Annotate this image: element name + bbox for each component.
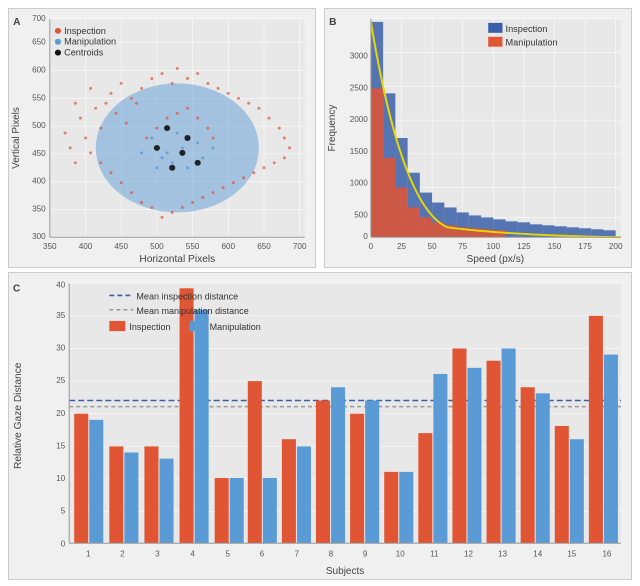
svg-text:150: 150	[548, 242, 562, 251]
bottom-row: 0 5 10 15 20 25 30 35 40 1 2 3 4 5 6 7 8…	[8, 272, 632, 580]
svg-text:10: 10	[396, 549, 405, 558]
svg-text:Mean manipulation distance: Mean manipulation distance	[136, 306, 248, 316]
svg-text:3000: 3000	[350, 52, 369, 61]
svg-text:30: 30	[56, 343, 65, 352]
svg-text:B: B	[329, 17, 336, 28]
svg-text:Manipulation: Manipulation	[506, 38, 558, 48]
svg-text:8: 8	[329, 549, 334, 558]
svg-text:40: 40	[56, 280, 65, 289]
panel-b: 0 25 50 75 100 125 150 175 200 0 500 100…	[324, 8, 632, 268]
svg-text:50: 50	[428, 242, 438, 251]
panel-a: 350 400 450 500 550 600 650 700 300 350 …	[8, 8, 316, 268]
svg-text:0: 0	[61, 539, 66, 548]
svg-text:20: 20	[56, 409, 65, 418]
svg-text:500: 500	[32, 121, 46, 130]
svg-text:2500: 2500	[350, 83, 369, 92]
svg-text:1500: 1500	[350, 147, 369, 156]
svg-text:7: 7	[295, 549, 300, 558]
svg-text:3: 3	[155, 549, 160, 558]
svg-text:Speed (px/s): Speed (px/s)	[466, 254, 524, 265]
svg-text:14: 14	[533, 549, 542, 558]
svg-text:1000: 1000	[350, 179, 369, 188]
svg-text:400: 400	[32, 177, 46, 186]
svg-text:A: A	[13, 17, 20, 28]
svg-text:450: 450	[32, 149, 46, 158]
svg-text:0: 0	[363, 232, 368, 241]
svg-text:400: 400	[79, 242, 93, 251]
svg-text:Mean inspection distance: Mean inspection distance	[136, 291, 238, 301]
svg-text:5: 5	[61, 507, 66, 516]
svg-text:500: 500	[150, 242, 164, 251]
svg-text:25: 25	[56, 376, 65, 385]
svg-text:1: 1	[86, 549, 91, 558]
svg-text:5: 5	[225, 549, 230, 558]
svg-text:Subjects: Subjects	[326, 566, 364, 577]
svg-text:16: 16	[602, 549, 611, 558]
scatter-chart: 350 400 450 500 550 600 650 700 300 350 …	[9, 9, 315, 267]
svg-text:700: 700	[293, 242, 307, 251]
svg-text:550: 550	[32, 93, 46, 102]
svg-text:15: 15	[567, 549, 576, 558]
svg-text:500: 500	[354, 210, 368, 219]
svg-text:Inspection: Inspection	[64, 26, 106, 36]
svg-text:175: 175	[578, 242, 592, 251]
svg-text:11: 11	[430, 549, 439, 558]
svg-text:75: 75	[458, 242, 468, 251]
svg-text:9: 9	[363, 549, 368, 558]
svg-text:Inspection: Inspection	[506, 24, 548, 34]
svg-text:4: 4	[190, 549, 195, 558]
svg-text:Horizontal Pixels: Horizontal Pixels	[139, 254, 215, 265]
svg-text:350: 350	[32, 205, 46, 214]
svg-text:200: 200	[609, 242, 623, 251]
svg-text:25: 25	[397, 242, 407, 251]
histogram-chart: 0 25 50 75 100 125 150 175 200 0 500 100…	[325, 9, 631, 267]
svg-text:C: C	[13, 283, 21, 294]
svg-text:35: 35	[56, 311, 65, 320]
svg-text:550: 550	[186, 242, 200, 251]
svg-text:350: 350	[43, 242, 57, 251]
svg-text:Centroids: Centroids	[64, 48, 104, 58]
svg-text:Manipulation: Manipulation	[64, 37, 116, 47]
svg-text:10: 10	[56, 474, 65, 483]
svg-text:650: 650	[32, 38, 46, 47]
main-container: 350 400 450 500 550 600 650 700 300 350 …	[0, 0, 640, 586]
svg-text:2000: 2000	[350, 115, 369, 124]
svg-text:2: 2	[120, 549, 125, 558]
svg-text:Inspection: Inspection	[129, 322, 170, 332]
svg-text:125: 125	[517, 242, 531, 251]
svg-text:0: 0	[369, 242, 374, 251]
svg-text:6: 6	[260, 549, 265, 558]
svg-text:Frequency: Frequency	[327, 105, 338, 152]
svg-text:600: 600	[32, 66, 46, 75]
bar-chart: 0 5 10 15 20 25 30 35 40 1 2 3 4 5 6 7 8…	[9, 273, 631, 579]
svg-text:15: 15	[56, 441, 65, 450]
svg-text:Manipulation: Manipulation	[210, 322, 261, 332]
svg-text:450: 450	[114, 242, 128, 251]
svg-text:Vertical Pixels: Vertical Pixels	[11, 107, 22, 169]
svg-text:100: 100	[487, 242, 501, 251]
panel-c: 0 5 10 15 20 25 30 35 40 1 2 3 4 5 6 7 8…	[8, 272, 632, 580]
svg-text:600: 600	[222, 242, 236, 251]
svg-text:300: 300	[32, 232, 46, 241]
top-row: 350 400 450 500 550 600 650 700 300 350 …	[8, 8, 632, 268]
svg-text:Relative Gaze Distance: Relative Gaze Distance	[13, 362, 24, 469]
svg-text:13: 13	[498, 549, 507, 558]
svg-text:650: 650	[257, 242, 271, 251]
svg-text:12: 12	[464, 549, 473, 558]
svg-text:700: 700	[32, 14, 46, 23]
